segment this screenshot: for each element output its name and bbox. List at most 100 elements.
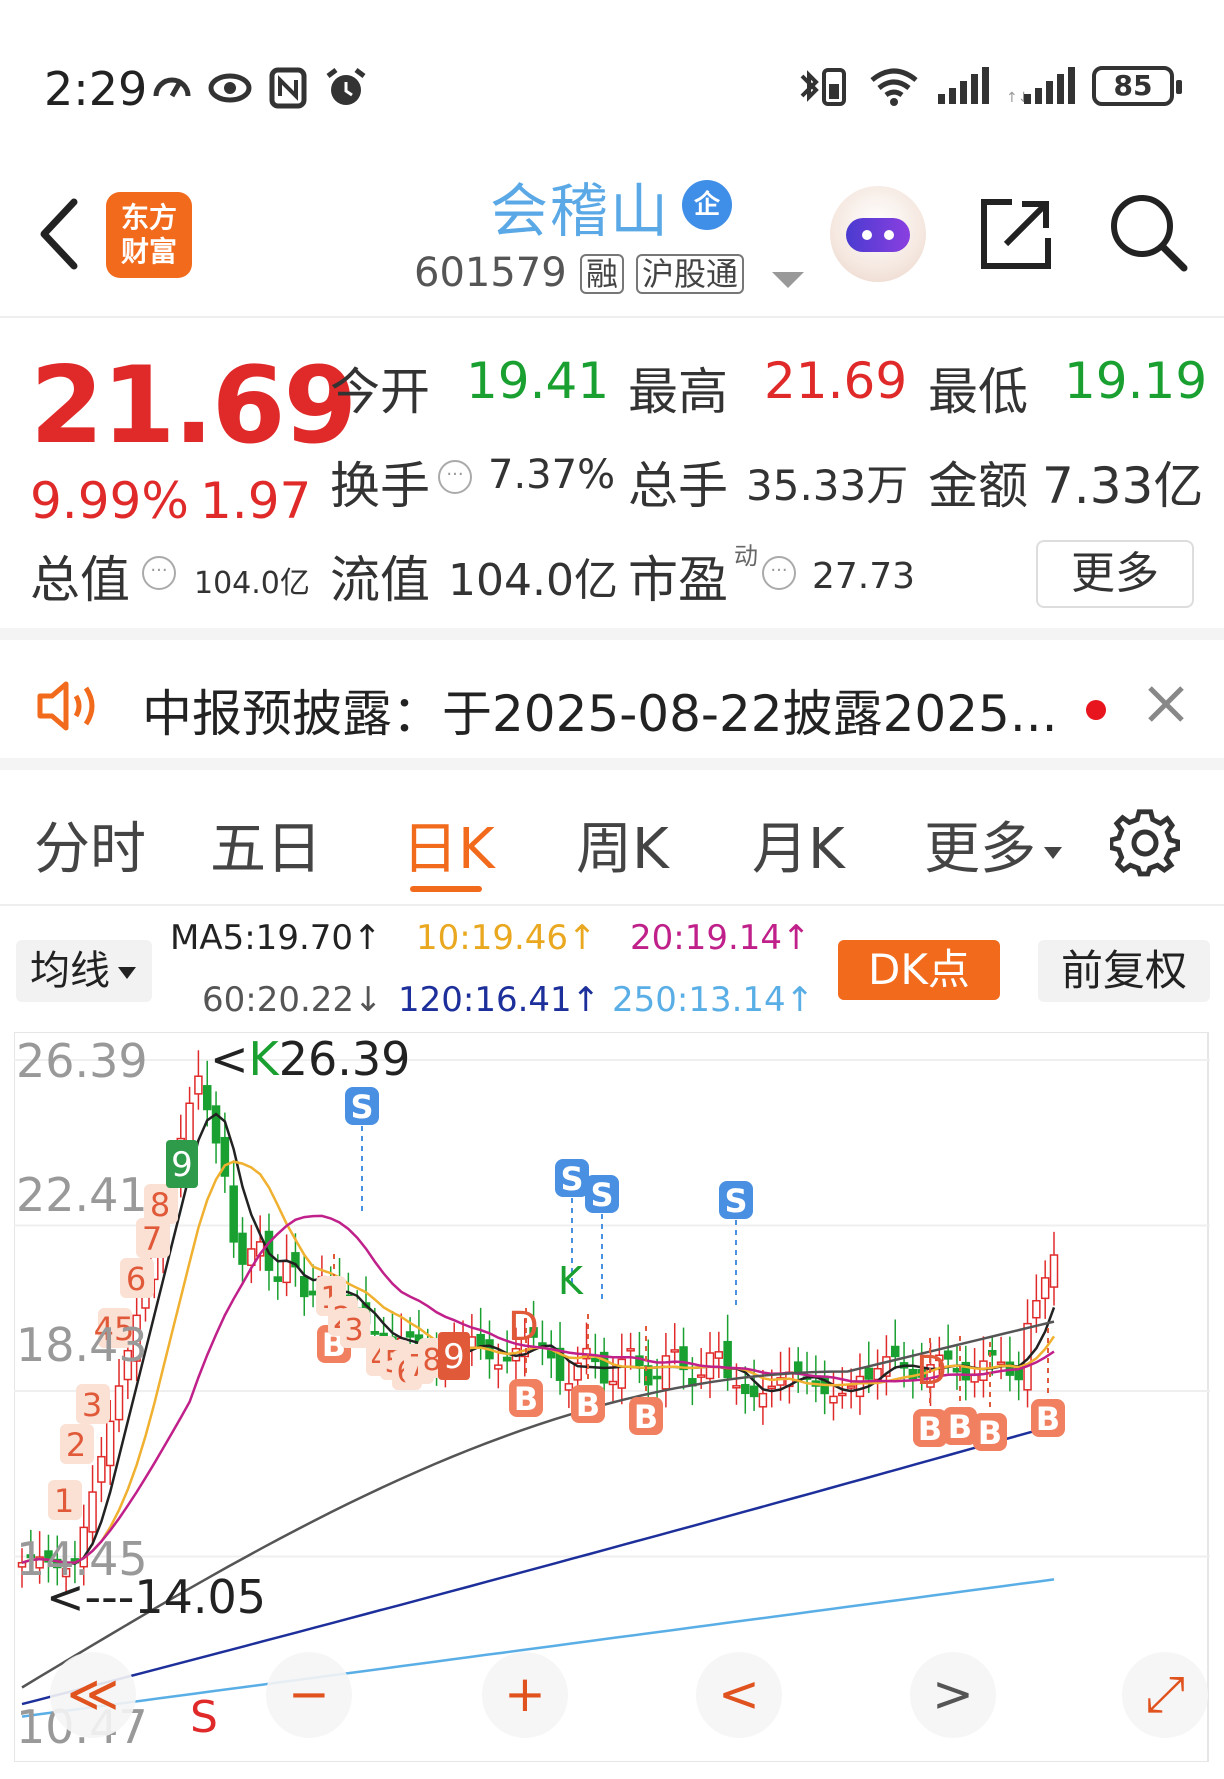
tab-intraday[interactable]: 分时 xyxy=(34,804,146,885)
tab-monthly-k[interactable]: 月K xyxy=(752,804,845,885)
ma-legend: 均线 MA5:19.70↑ 10:19.46↑ 20:19.14↑ 60:20.… xyxy=(0,908,1224,1028)
notice-bar[interactable]: 中报预披露：于2025-08-22披露2025... xyxy=(0,640,1224,770)
high-marker-value: 26.39 xyxy=(278,1032,411,1086)
info-icon[interactable]: ··· xyxy=(142,556,176,590)
expand-button[interactable]: ⤢ xyxy=(1122,1652,1208,1738)
candle-up xyxy=(105,1420,115,1467)
wifi-icon xyxy=(870,68,918,106)
candle-down xyxy=(864,1367,874,1380)
ma20-value: 20:19.14↑ xyxy=(630,918,811,958)
prev-button[interactable]: < xyxy=(696,1652,782,1738)
td-count-up: 2 xyxy=(66,1426,86,1464)
gear-icon[interactable] xyxy=(1110,808,1180,878)
candle-up xyxy=(185,1102,194,1143)
candle-up xyxy=(855,1375,865,1398)
price-adjust-button[interactable]: 前复权 xyxy=(1038,940,1210,1002)
ma-select-label: 均线 xyxy=(30,948,110,994)
chevron-down-icon[interactable] xyxy=(772,272,804,288)
info-icon[interactable]: ··· xyxy=(762,556,796,590)
candle-up xyxy=(1040,1277,1050,1300)
robot-eye xyxy=(862,230,872,240)
ma10-value: 10:19.46↑ xyxy=(416,918,597,958)
kline-canvas[interactable]: SSSSBBBBBBBBDDKS123456789123456789 xyxy=(14,1032,1210,1762)
search-icon[interactable] xyxy=(1106,190,1190,274)
change-percent: 9.99% xyxy=(30,472,189,530)
robot-face xyxy=(846,218,910,252)
td-count-up: 7 xyxy=(142,1220,162,1258)
back-button[interactable] xyxy=(30,194,90,274)
dk-point-button[interactable]: DK点 xyxy=(838,940,1000,1000)
candle-up xyxy=(829,1395,838,1404)
tab-five-day[interactable]: 五日 xyxy=(210,804,322,885)
close-icon[interactable] xyxy=(1142,680,1190,728)
zoom-in-button[interactable]: + xyxy=(482,1652,568,1738)
td-count-up: 3 xyxy=(82,1386,102,1424)
td-count-up: 6 xyxy=(126,1260,146,1298)
candle-up xyxy=(194,1075,203,1095)
tab-daily-k[interactable]: 日K xyxy=(402,804,495,885)
buy-badge: B xyxy=(1036,1400,1060,1438)
enterprise-badge: 企 xyxy=(682,180,732,230)
candle-down xyxy=(202,1085,212,1111)
nfc-icon xyxy=(269,67,307,109)
nine-badge: 9 xyxy=(443,1337,465,1377)
candle-up xyxy=(494,1364,503,1370)
signal-icon xyxy=(938,67,989,104)
alarm-icon xyxy=(326,68,366,105)
candle-down xyxy=(273,1276,283,1282)
candle-down xyxy=(591,1357,600,1363)
next-button[interactable]: > xyxy=(910,1652,996,1738)
candle-down xyxy=(652,1375,662,1380)
status-right-icons: ↑↓ 85 xyxy=(798,64,1182,108)
zoom-out-button[interactable]: − xyxy=(266,1652,352,1738)
assistant-robot-icon[interactable] xyxy=(830,186,926,282)
app-logo[interactable]: 东方 财富 xyxy=(106,192,192,278)
tab-more[interactable]: 更多 xyxy=(924,804,1062,885)
candle-up xyxy=(838,1392,847,1397)
share-icon[interactable] xyxy=(976,194,1056,274)
high-marker: <K26.39 xyxy=(210,1032,411,1086)
robot-eye xyxy=(884,230,894,240)
divider xyxy=(0,628,1224,640)
candle-up xyxy=(661,1355,671,1390)
kline-chart[interactable]: SSSSBBBBBBBBDDKS123456789123456789 26.39… xyxy=(14,1032,1210,1762)
tag-connect: 沪股通 xyxy=(636,254,745,294)
last-price: 21.69 xyxy=(30,344,357,467)
turnover-label: 换手 xyxy=(330,457,430,515)
unread-dot xyxy=(1086,700,1106,720)
low-value: 19.19 xyxy=(1064,352,1208,410)
candle-up xyxy=(1049,1254,1059,1288)
candle-up xyxy=(767,1385,776,1390)
high-label: 最高 xyxy=(628,363,728,421)
tag-margin: 融 xyxy=(580,254,625,294)
info-icon[interactable]: ··· xyxy=(438,460,472,494)
ma5-value: MA5:19.70↑ xyxy=(170,918,382,958)
status-bar: 2:29 ↑↓ 85 xyxy=(0,0,1224,140)
candle-up xyxy=(282,1260,291,1284)
candle-up xyxy=(608,1380,618,1386)
ma-select-dropdown[interactable]: 均线 xyxy=(16,940,152,1002)
candle-up xyxy=(732,1385,741,1389)
amount-label: 金额 xyxy=(928,457,1028,515)
buy-badge: B xyxy=(634,1398,658,1436)
candle-down xyxy=(749,1385,759,1398)
d-signal: D xyxy=(916,1348,947,1394)
float-value: 104.0亿 xyxy=(448,555,618,606)
open-value: 19.41 xyxy=(466,352,610,410)
notice-text[interactable]: 中报预披露：于2025-08-22披露2025... xyxy=(142,674,1058,746)
tab-weekly-k[interactable]: 周K xyxy=(576,804,669,885)
candle-up xyxy=(979,1360,988,1381)
rewind-button[interactable]: ≪ xyxy=(50,1652,136,1738)
status-left-icons xyxy=(150,66,368,110)
candle-down xyxy=(300,1276,309,1298)
candle-down xyxy=(370,1330,380,1335)
candle-up xyxy=(97,1455,106,1483)
status-time: 2:29 xyxy=(44,62,148,116)
low-marker: <---14.05 xyxy=(46,1570,267,1624)
mktcap-value: 104.0亿 xyxy=(194,566,310,601)
candle-up xyxy=(1032,1300,1041,1319)
eye-icon xyxy=(208,73,252,103)
high-marker-k: K xyxy=(248,1032,279,1086)
sell-badge: S xyxy=(350,1088,373,1126)
quote-more-button[interactable]: 更多 xyxy=(1036,540,1194,608)
